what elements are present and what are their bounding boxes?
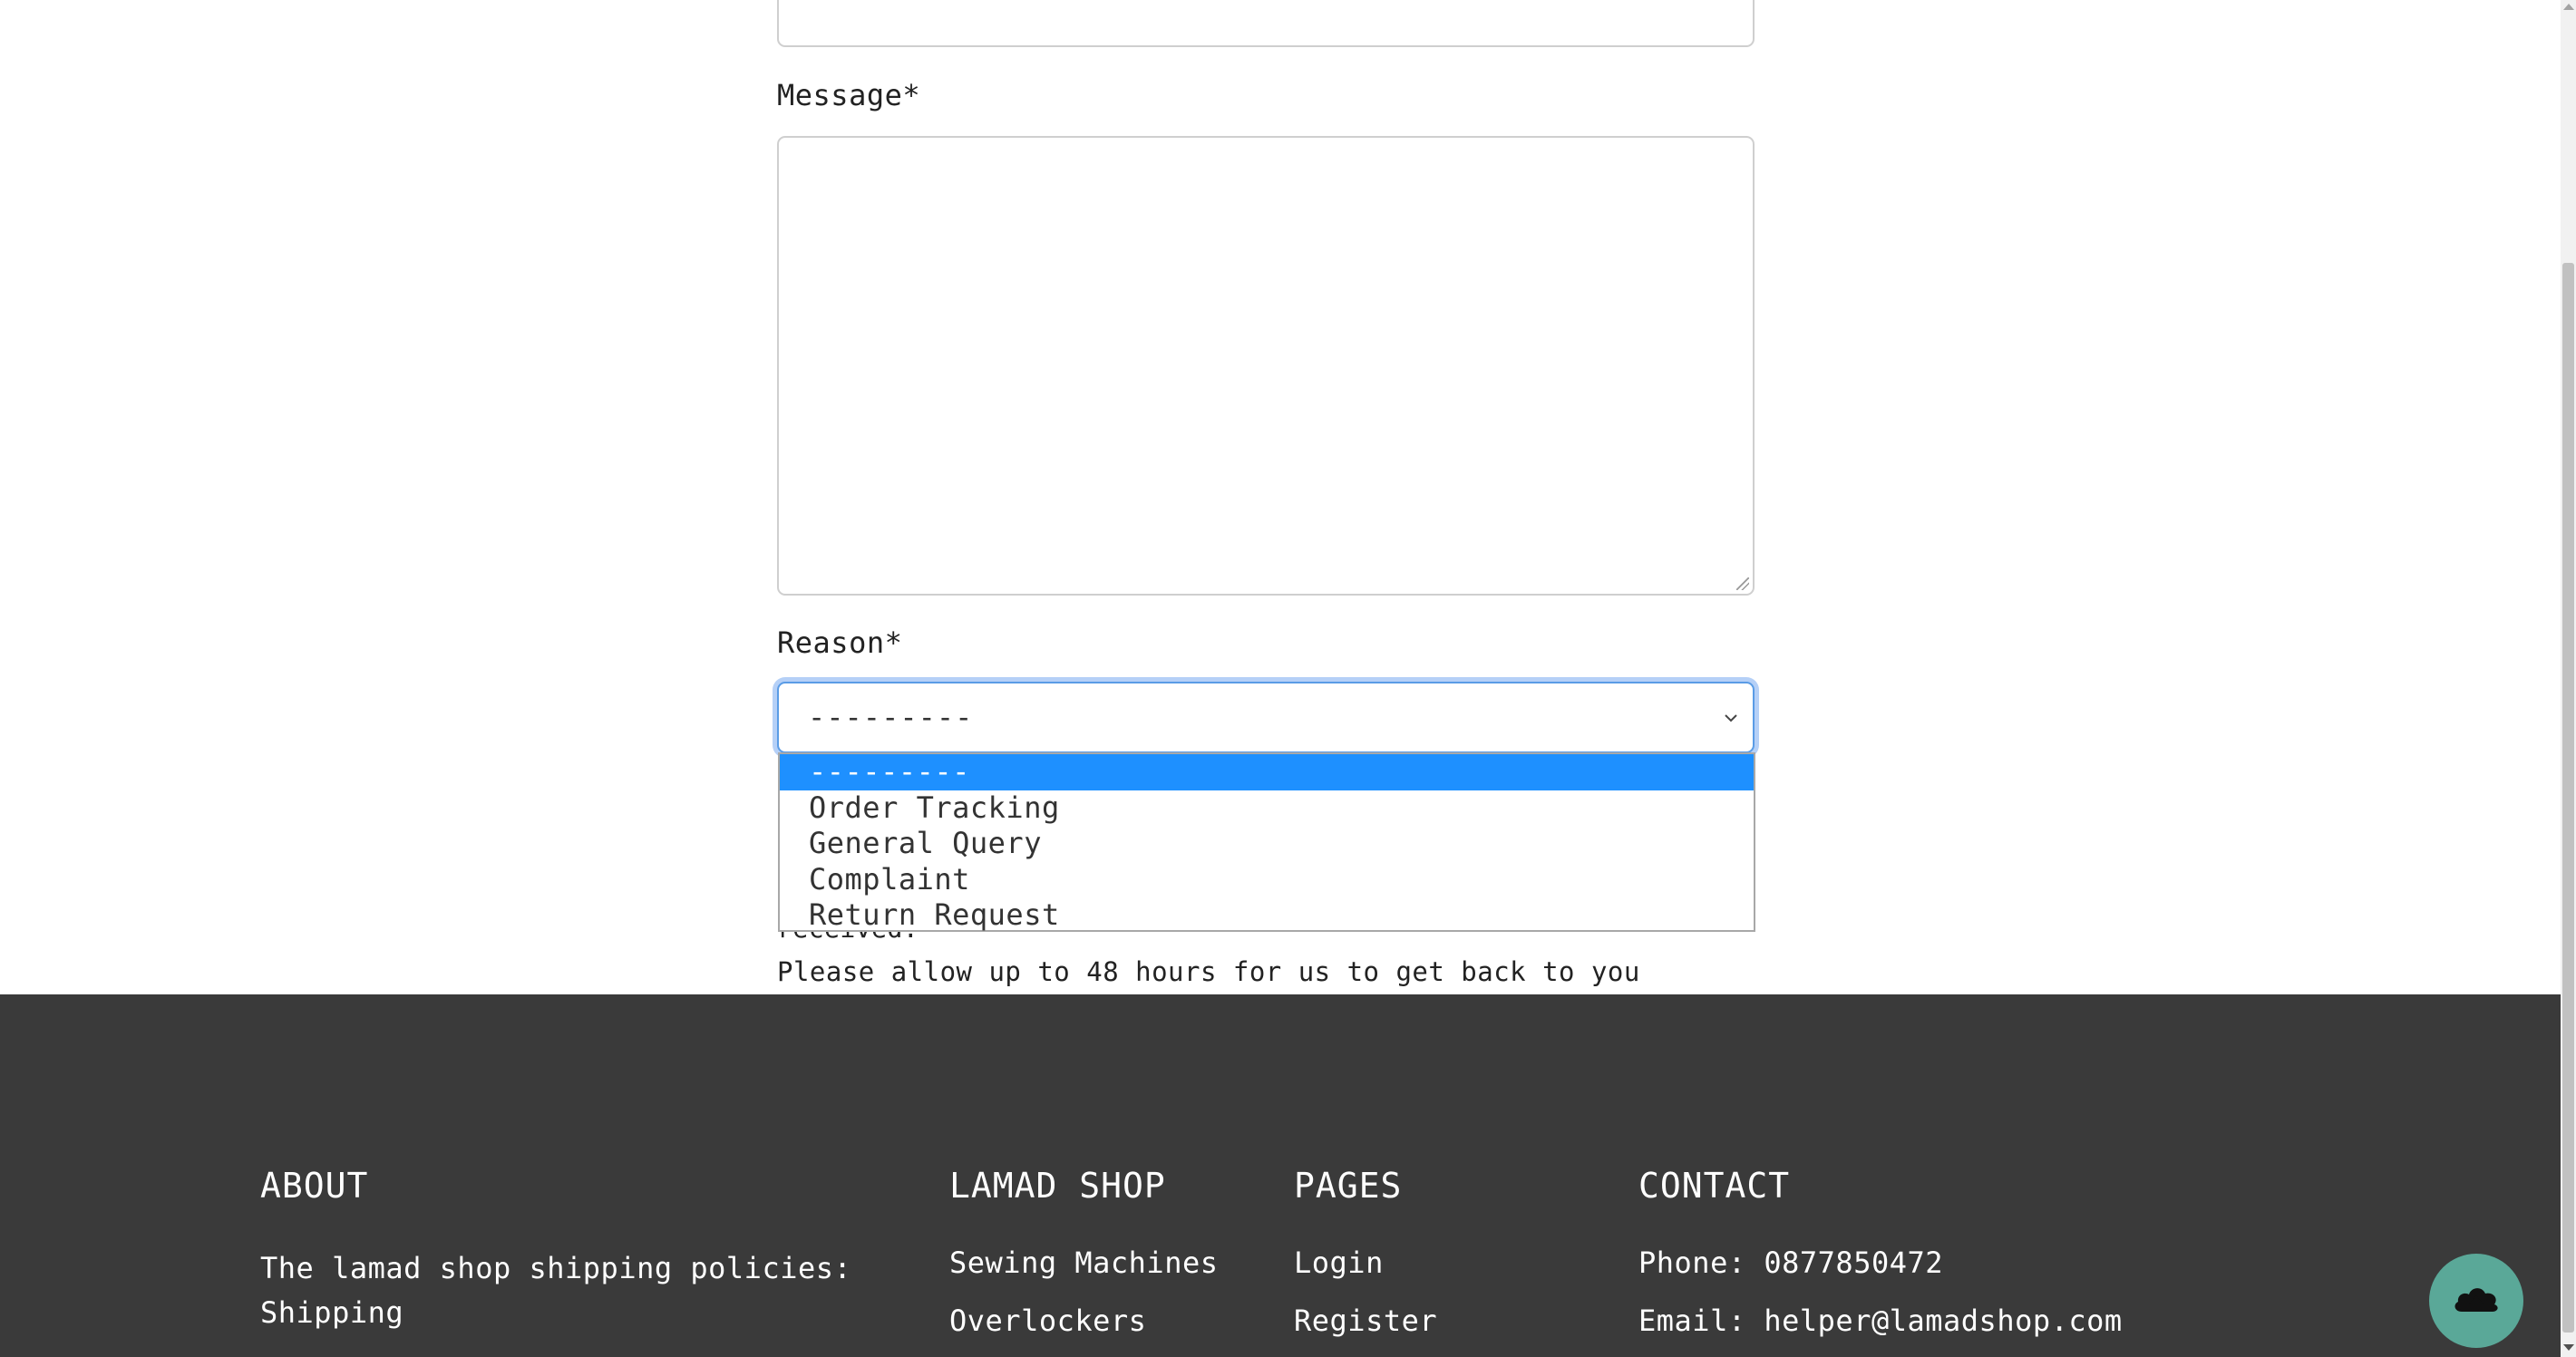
reason-option-complaint[interactable]: Complaint <box>780 862 1754 898</box>
scroll-arrow-down-icon[interactable] <box>2563 1344 2574 1351</box>
back-to-top-button[interactable] <box>2429 1254 2523 1348</box>
footer-contact-phone: Phone: 0877850472 <box>1638 1246 1944 1280</box>
footer-pages-links: Login Register <box>1294 1234 1437 1350</box>
reason-option-empty[interactable]: --------- <box>780 754 1754 790</box>
footer-pages-heading: PAGES <box>1294 1166 1403 1206</box>
reason-select[interactable]: --------- <box>777 682 1755 753</box>
message-textarea[interactable] <box>777 136 1755 596</box>
reason-option-return-request[interactable]: Return Request <box>780 897 1754 934</box>
footer-pages: PAGES Login Register <box>1294 1165 1437 1350</box>
reason-label: Reason* <box>777 625 903 660</box>
scrollbar-thumb[interactable] <box>2562 263 2574 1333</box>
reason-option-order-tracking[interactable]: Order Tracking <box>780 790 1754 827</box>
footer-link-sewing-machines[interactable]: Sewing Machines <box>949 1234 1218 1292</box>
footer-shop-links: Sewing Machines Overlockers <box>949 1234 1218 1350</box>
message-label: Message* <box>777 78 921 112</box>
footer-shop-heading: LAMAD SHOP <box>949 1166 1166 1206</box>
reason-option-general-query[interactable]: General Query <box>780 826 1754 862</box>
footer-about-heading: ABOUT <box>260 1166 369 1206</box>
reason-dropdown-list: --------- Order Tracking General Query C… <box>778 752 1755 932</box>
footer-link-overlockers[interactable]: Overlockers <box>949 1292 1218 1350</box>
chevron-down-icon <box>1725 714 1737 722</box>
scroll-arrow-up-icon[interactable] <box>2563 4 2574 10</box>
response-time-notice: Please allow up to 48 hours for us to ge… <box>777 956 1640 987</box>
footer-contact-details: Phone: 0877850472 Email: helper@lamadsho… <box>1638 1234 2123 1350</box>
footer-link-login[interactable]: Login <box>1294 1234 1437 1292</box>
footer-shop: LAMAD SHOP Sewing Machines Overlockers <box>949 1165 1218 1350</box>
page: Message* Reason* --------- --------- Ord… <box>0 0 2576 1357</box>
footer-link-register[interactable]: Register <box>1294 1292 1437 1350</box>
footer-about: ABOUT The lamad shop shipping policies: … <box>260 1165 895 1335</box>
resize-handle[interactable] <box>1736 577 1749 590</box>
footer-contact: CONTACT Phone: 0877850472 Email: helper@… <box>1638 1165 2123 1350</box>
reason-select-value: --------- <box>808 700 974 734</box>
cloud-up-icon <box>2454 1288 2498 1312</box>
site-footer: ABOUT The lamad shop shipping policies: … <box>0 994 2561 1357</box>
footer-contact-email[interactable]: Email: helper@lamadshop.com <box>1638 1292 2123 1350</box>
contact-form: Message* Reason* --------- --------- Ord… <box>0 0 2561 994</box>
footer-about-text: The lamad shop shipping policies: Shippi… <box>260 1251 852 1330</box>
email-field[interactable] <box>777 0 1755 47</box>
footer-contact-heading: CONTACT <box>1638 1166 1791 1206</box>
